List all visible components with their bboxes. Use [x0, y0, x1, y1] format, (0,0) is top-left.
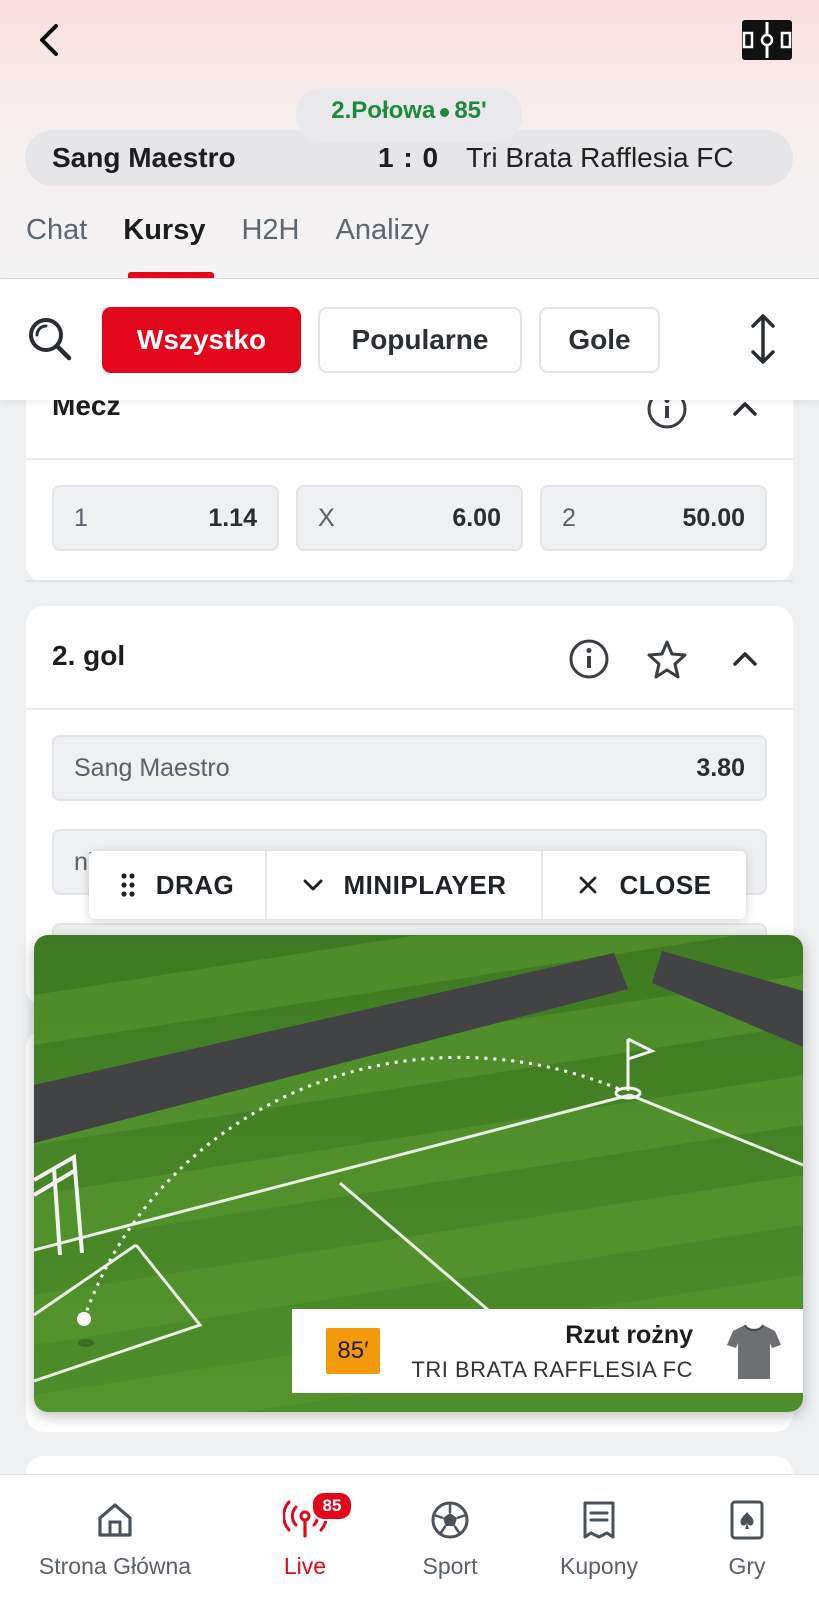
filter-wszystko[interactable]: Wszystko: [102, 307, 301, 373]
odd-label: 1: [74, 503, 88, 532]
sort-icon[interactable]: [748, 312, 778, 366]
match-minute: 85': [454, 97, 487, 124]
tab-h2h[interactable]: H2H: [241, 214, 299, 247]
odd-button-sang-maestro[interactable]: Sang Maestro 3.80: [52, 735, 767, 801]
close-label: CLOSE: [619, 869, 712, 900]
filter-popularne[interactable]: Popularne: [318, 307, 522, 373]
nav-kupony[interactable]: Kupony: [545, 1475, 653, 1601]
drag-label: DRAG: [155, 869, 235, 900]
nav-gry[interactable]: Gry: [700, 1475, 794, 1601]
away-team: Tri Brata Rafflesia FC: [466, 142, 734, 173]
active-tab-indicator: [128, 272, 214, 278]
odd-value: 3.80: [696, 753, 745, 782]
tab-chat[interactable]: Chat: [26, 214, 87, 247]
tab-kursy[interactable]: Kursy: [123, 214, 205, 247]
card-bottom-divider: [26, 580, 793, 582]
bottom-navigation: Strona Główna Live 85 Sport Kupony Gry: [0, 1474, 819, 1601]
back-icon[interactable]: [30, 18, 70, 62]
odd-button-1[interactable]: 1 1.14: [52, 485, 279, 551]
odd-label: Sang Maestro: [74, 753, 230, 782]
event-title: Rzut rożny: [565, 1321, 693, 1349]
collapse-icon[interactable]: [730, 644, 760, 679]
event-card: 85′ Rzut rożny TRI BRATA RAFFLESIA FC: [292, 1309, 803, 1393]
miniplayer-button[interactable]: MINIPLAYER: [265, 851, 541, 919]
nav-label: Strona Główna: [38, 1553, 192, 1579]
nav-sport[interactable]: Sport: [395, 1475, 505, 1601]
nav-home[interactable]: Strona Główna: [30, 1475, 200, 1601]
ticket-icon: [581, 1497, 617, 1543]
market-card-mecz: Mecz 1 1.14 X 6.00 2 50.00: [26, 372, 793, 582]
odd-value: 50.00: [682, 503, 745, 532]
odd-label: X: [318, 503, 335, 532]
pitch-view-icon[interactable]: [742, 20, 792, 60]
home-team: Sang Maestro: [52, 142, 236, 173]
playing-card-icon: [729, 1497, 765, 1543]
market-title: 2. gol: [52, 640, 126, 671]
nav-label: Live: [283, 1553, 327, 1579]
match-period: 2.Połowa 85': [296, 88, 522, 142]
odd-button-x[interactable]: X 6.00: [296, 485, 523, 551]
live-dot-icon: [440, 108, 450, 117]
miniplayer-label: MINIPLAYER: [343, 869, 507, 900]
favorite-star-icon[interactable]: [646, 638, 688, 685]
market-filter-bar: Wszystko Popularne Gole: [0, 279, 819, 400]
close-button[interactable]: CLOSE: [541, 851, 746, 919]
nav-label: Gry: [728, 1553, 766, 1579]
soccer-ball-icon: [430, 1497, 470, 1543]
team-shirt-icon: [727, 1323, 781, 1381]
card-divider: [26, 708, 793, 710]
drag-dots-icon: [121, 873, 135, 897]
live-count-badge: 85: [311, 1491, 353, 1521]
odd-button-2[interactable]: 2 50.00: [540, 485, 767, 551]
nav-label: Sport: [422, 1553, 478, 1579]
match-header: 2.Połowa 85' Sang Maestro 1 : 0 Tri Brat…: [0, 0, 819, 279]
match-score: 1 : 0: [378, 142, 440, 173]
tab-analizy[interactable]: Analizy: [335, 214, 429, 247]
event-minute: 85′: [326, 1328, 380, 1374]
miniplayer-controls: DRAG MINIPLAYER CLOSE: [89, 851, 746, 919]
odd-label: 2: [562, 503, 576, 532]
event-team: TRI BRATA RAFFLESIA FC: [411, 1357, 693, 1382]
card-divider: [26, 458, 793, 460]
info-icon[interactable]: [568, 638, 610, 685]
match-tabs: Chat Kursy H2H Analizy: [26, 214, 465, 247]
search-icon[interactable]: [26, 315, 74, 363]
drag-handle[interactable]: DRAG: [89, 851, 265, 919]
chevron-down-icon: [303, 879, 323, 891]
odd-value: 1.14: [208, 503, 257, 532]
nav-label: Kupony: [559, 1553, 638, 1579]
filter-gole[interactable]: Gole: [539, 307, 660, 373]
home-icon: [96, 1497, 134, 1543]
odd-value: 6.00: [452, 503, 501, 532]
period-label: 2.Połowa: [331, 97, 436, 124]
close-icon: [580, 876, 597, 894]
